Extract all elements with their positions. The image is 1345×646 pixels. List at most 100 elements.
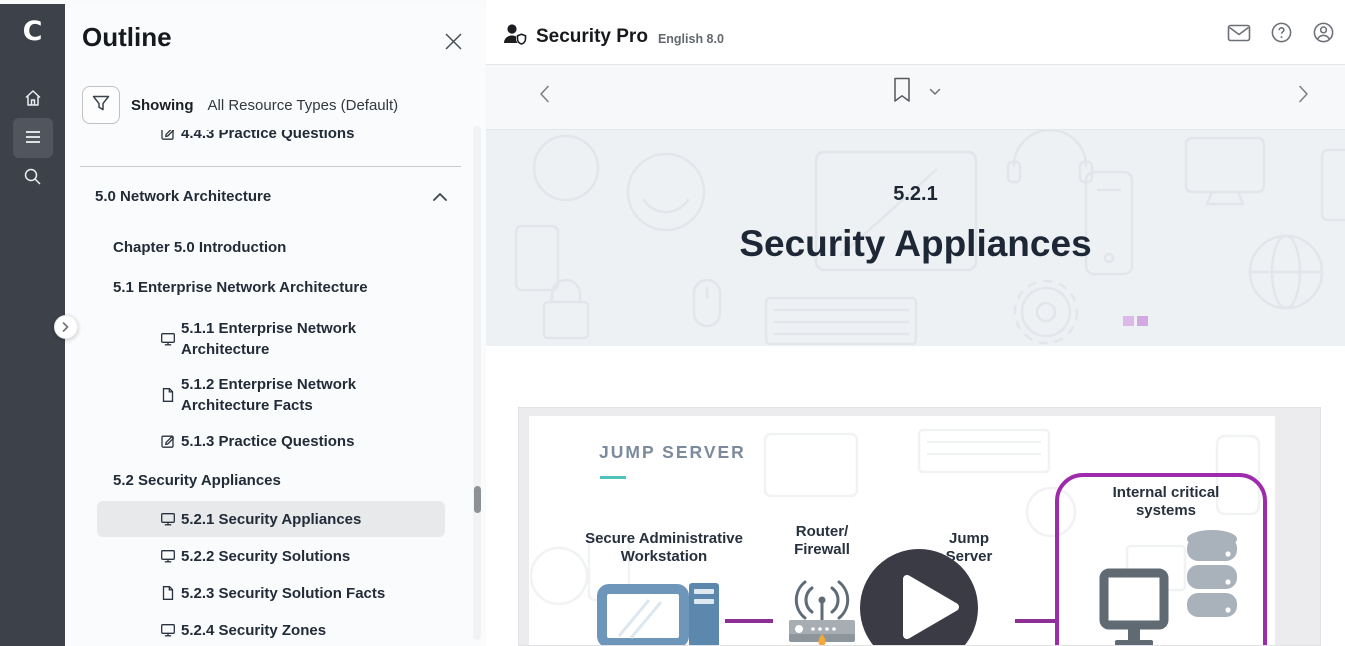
previous-lesson-button[interactable] bbox=[532, 83, 556, 107]
database-icon bbox=[1184, 528, 1240, 628]
outline-item-label: Chapter 5.0 Introduction bbox=[113, 239, 286, 256]
outline-item[interactable]: Chapter 5.0 Introduction bbox=[65, 236, 485, 258]
outline-item[interactable]: 5.2.1 Security Appliances bbox=[97, 501, 445, 537]
monitor-icon bbox=[160, 331, 176, 347]
scrollbar-thumb[interactable] bbox=[474, 486, 481, 513]
close-icon bbox=[444, 39, 463, 54]
document-icon bbox=[160, 387, 176, 403]
mail-icon bbox=[1227, 23, 1251, 46]
outline-item-label: 5.0 Network Architecture bbox=[95, 188, 271, 205]
outline-item-label: 5.2 Security Appliances bbox=[113, 472, 281, 489]
monitor-icon bbox=[160, 622, 176, 638]
outline-item-label: 5.1 Enterprise Network Architecture bbox=[113, 279, 368, 296]
sidebar-item-home[interactable] bbox=[13, 79, 53, 119]
filter-label: Showing bbox=[131, 97, 194, 114]
workstation-tower-icon bbox=[689, 583, 719, 645]
sidebar-item-outline[interactable] bbox=[13, 118, 53, 158]
workstation-monitor-icon bbox=[597, 584, 689, 645]
video-thumbnail[interactable]: JUMP SERVER Secure Administrative Workst… bbox=[529, 416, 1275, 645]
bookmark-menu-button[interactable] bbox=[928, 79, 942, 103]
filter-button[interactable] bbox=[82, 86, 120, 124]
chevron-right-icon bbox=[1298, 85, 1309, 106]
user-shield-icon bbox=[502, 22, 528, 51]
outline-item-label: 5.1.2 Enterprise Network Architecture Fa… bbox=[181, 374, 443, 416]
chevron-up-icon[interactable] bbox=[433, 188, 447, 205]
document-icon bbox=[160, 585, 176, 601]
help-icon bbox=[1270, 21, 1293, 47]
sidebar-item-search[interactable] bbox=[13, 158, 53, 198]
account-button[interactable] bbox=[1311, 22, 1335, 46]
edit-icon bbox=[160, 130, 176, 141]
next-lesson-button[interactable] bbox=[1291, 83, 1315, 107]
course-header: Security Pro English 8.0 bbox=[486, 0, 1345, 65]
tower-slot bbox=[694, 589, 714, 594]
help-button[interactable] bbox=[1269, 22, 1293, 46]
lesson-hero: 5.2.1 Security Appliances bbox=[486, 130, 1345, 346]
product-brand: Security Pro English 8.0 bbox=[502, 22, 724, 51]
chevron-right-icon bbox=[62, 320, 70, 335]
internal-monitor-icon bbox=[1099, 568, 1169, 645]
outline-item[interactable]: 5.2.4 Security Zones bbox=[65, 619, 485, 641]
diagram-title: JUMP SERVER bbox=[599, 442, 746, 463]
app-logo: C bbox=[0, 16, 65, 47]
outline-item[interactable]: 5.2.3 Security Solution Facts bbox=[65, 582, 485, 604]
outline-item[interactable]: 4.4.3 Practice Questions bbox=[65, 130, 485, 144]
page-title: Security Appliances bbox=[486, 223, 1345, 265]
diagram-label-router-firewall: Router/ Firewall bbox=[781, 523, 863, 559]
video-card: JUMP SERVER Secure Administrative Workst… bbox=[518, 407, 1321, 646]
search-icon bbox=[23, 167, 42, 189]
app-root: C Outline Showing All Resource Types (De… bbox=[0, 0, 1345, 646]
router-firewall-icon bbox=[787, 574, 857, 645]
outline-panel: Outline Showing All Resource Types (Defa… bbox=[65, 4, 485, 646]
course-title: Security Pro bbox=[536, 26, 648, 48]
monitor-icon bbox=[160, 548, 176, 564]
outline-item[interactable]: 5.1.2 Enterprise Network Architecture Fa… bbox=[65, 374, 485, 416]
connector-line bbox=[1015, 619, 1055, 623]
outline-item[interactable]: 5.1.1 Enterprise Network Architecture bbox=[65, 318, 485, 360]
messages-button[interactable] bbox=[1227, 22, 1251, 46]
edit-icon bbox=[160, 433, 176, 449]
outline-item-label: 5.1.1 Enterprise Network Architecture bbox=[181, 318, 443, 360]
outline-item-label: 5.2.4 Security Zones bbox=[181, 620, 326, 641]
header-actions bbox=[1227, 22, 1335, 46]
filter-row: Showing All Resource Types (Default) bbox=[82, 86, 398, 124]
close-outline-button[interactable] bbox=[440, 30, 466, 56]
bookmark-icon bbox=[893, 77, 911, 106]
play-button[interactable] bbox=[860, 549, 978, 645]
main-content: Security Pro English 8.0 bbox=[486, 0, 1345, 646]
outline-scrollbar[interactable] bbox=[473, 126, 481, 640]
diagram-label-workstation: Secure Administrative Workstation bbox=[569, 530, 759, 566]
outline-item[interactable]: 5.2.2 Security Solutions bbox=[65, 545, 485, 567]
outline-item-label: 5.1.3 Practice Questions bbox=[181, 431, 354, 452]
chevron-left-icon bbox=[539, 85, 550, 106]
outline-item[interactable]: 5.1 Enterprise Network Architecture bbox=[65, 276, 485, 298]
divider bbox=[80, 166, 461, 167]
home-icon bbox=[23, 88, 43, 111]
collapse-panel-button[interactable] bbox=[54, 315, 78, 339]
tower-slot bbox=[694, 599, 714, 604]
play-icon bbox=[860, 548, 978, 646]
outline-item-label: 5.2.3 Security Solution Facts bbox=[181, 583, 385, 604]
account-icon bbox=[1312, 21, 1335, 47]
diagram-label-internal-systems: Internal critical systems bbox=[1091, 484, 1241, 520]
outline-item[interactable]: 5.1.3 Practice Questions bbox=[65, 430, 485, 452]
bookmark-button[interactable] bbox=[890, 79, 914, 103]
monitor-icon bbox=[160, 511, 176, 527]
outline-item[interactable]: 5.0 Network Architecture bbox=[65, 185, 485, 207]
chevron-down-icon bbox=[929, 84, 941, 99]
lesson-navigation bbox=[486, 65, 1345, 130]
outline-item[interactable]: 5.2 Security Appliances bbox=[65, 469, 485, 491]
outline-tree: 4.4.3 Practice Questions 5.0 Network Arch… bbox=[65, 130, 485, 646]
course-edition: English 8.0 bbox=[658, 32, 724, 46]
outline-item-label: 5.2.1 Security Appliances bbox=[181, 509, 361, 530]
filter-icon bbox=[92, 95, 110, 115]
diagram-title-underline bbox=[600, 476, 626, 479]
bookmark-group bbox=[890, 79, 942, 103]
panel-title: Outline bbox=[82, 22, 172, 53]
connector-line bbox=[725, 619, 773, 623]
menu-icon bbox=[24, 130, 42, 147]
outline-item-label: 4.4.3 Practice Questions bbox=[181, 130, 354, 144]
lesson-number: 5.2.1 bbox=[486, 183, 1345, 206]
filter-value: All Resource Types (Default) bbox=[208, 97, 399, 114]
outline-item-label: 5.2.2 Security Solutions bbox=[181, 546, 350, 567]
